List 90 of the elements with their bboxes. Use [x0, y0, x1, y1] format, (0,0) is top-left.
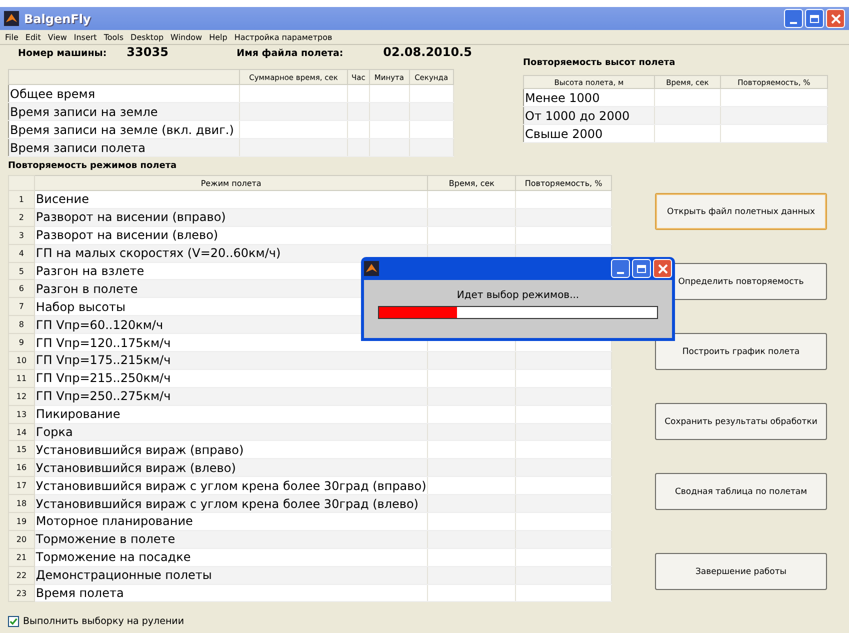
row-number: 12 — [16, 392, 27, 401]
action-button[interactable]: Завершение работы — [655, 553, 827, 590]
row-number: 9 — [18, 338, 24, 348]
action-button[interactable]: Построить график полета — [655, 333, 827, 370]
row-number: 22 — [16, 570, 27, 580]
window-title: BalgenFly — [24, 12, 91, 26]
table-cell: ГП Vпр=175..215км/ч — [36, 353, 171, 368]
table-cell: Установившийся вираж (влево) — [36, 460, 236, 475]
table-cell: Установившийся вираж с углом крена более 30град (вправо) — [36, 478, 426, 493]
action-button[interactable]: Сводная таблица по полетам — [655, 473, 827, 510]
row-number: 17 — [16, 481, 27, 490]
menu-item[interactable]: Tools — [104, 32, 124, 42]
checkbox[interactable] — [8, 616, 19, 628]
table-cell: ГП Vпр=120..175км/ч — [36, 336, 171, 350]
table-cell: Горка — [36, 425, 73, 440]
maximize-button[interactable] — [805, 9, 824, 28]
row-number: 7 — [18, 302, 24, 312]
table-cell: Разворот на висении (влево) — [36, 228, 218, 242]
menu-item[interactable]: Window — [170, 32, 202, 42]
logo-icon — [364, 261, 379, 276]
menu-item[interactable]: Настройка параметров — [234, 32, 332, 42]
progress-message: Идет выбор режимов... — [456, 290, 580, 301]
close-icon — [658, 264, 668, 274]
table-cell: Моторное планирование — [36, 514, 193, 528]
machine-label: Номер машины: — [18, 48, 107, 59]
section-title: Повторяемость режимов полета — [8, 160, 178, 173]
menu-item[interactable]: Edit — [25, 32, 41, 42]
close-button[interactable] — [826, 9, 845, 28]
menu-item[interactable]: View — [48, 32, 67, 42]
menu-item[interactable]: Desktop — [130, 32, 164, 42]
action-button[interactable]: Сохранить результаты обработки — [655, 403, 827, 440]
minimize-button[interactable] — [611, 259, 630, 278]
machine-number: 33035 — [126, 45, 170, 59]
table-cell: Установившийся вираж (вправо) — [36, 442, 244, 457]
file-label: Имя файла полета: — [236, 48, 344, 59]
row-number: 19 — [16, 516, 27, 526]
row-number: 23 — [16, 588, 27, 598]
row-number: 20 — [16, 534, 27, 544]
table-cell: ГП на малых скоростях (V=20..60км/ч) — [36, 246, 281, 260]
maximize-button[interactable] — [632, 259, 651, 278]
row-label: От 1000 до 2000 — [525, 108, 630, 122]
table-cell: Время полета — [36, 586, 124, 600]
table-cell: Разгон на взлете — [36, 264, 144, 278]
table-cell: Висение — [36, 192, 89, 206]
row-number: 8 — [18, 320, 24, 330]
table-cell: Торможение в полете — [36, 532, 176, 546]
row-number: 15 — [16, 445, 27, 454]
table-cell: Торможение на посадке — [36, 550, 191, 564]
file-name: 02.08.2010.5 — [382, 45, 472, 59]
checkbox-label: Выполнить выборку на рулении — [23, 616, 184, 628]
table-cell: Демонстрационные полеты — [36, 568, 212, 582]
row-number: 16 — [16, 463, 27, 472]
row-number: 13 — [16, 410, 27, 419]
row-number: 18 — [16, 499, 27, 508]
table-cell: ГП Vпр=60..120км/ч — [36, 318, 164, 332]
row-number: 10 — [16, 356, 27, 365]
row-number: 4 — [18, 248, 24, 258]
row-label: Общее время — [10, 86, 96, 100]
menu-item[interactable]: Insert — [74, 32, 97, 42]
row-number: 14 — [16, 428, 27, 437]
column-header: Время, сек — [448, 178, 494, 188]
table-cell: Разворот на висении (вправо) — [36, 210, 226, 224]
table-cell: Разгон в полете — [36, 282, 138, 296]
table-cell: Установившийся вираж с углом крена более 30град (влево) — [36, 496, 418, 511]
table-cell: ГП Vпр=215..250км/ч — [36, 371, 171, 386]
row-label: Время записи на земле — [10, 104, 158, 118]
column-header: Режим полета — [200, 178, 262, 188]
row-number: 6 — [18, 284, 24, 294]
row-label: Время записи на земле (вкл. двиг.) — [10, 122, 234, 136]
action-button[interactable]: Открыть файл полетных данных — [655, 193, 827, 230]
row-number: 3 — [18, 230, 24, 240]
table-cell: Пикирование — [36, 407, 120, 422]
close-icon — [830, 14, 840, 24]
section-title: Повторяемость высот полета — [523, 57, 676, 70]
row-number: 21 — [16, 552, 27, 562]
table-cell: ГП Vпр=250..275км/ч — [36, 389, 171, 404]
close-button[interactable] — [653, 259, 672, 278]
row-number: 11 — [16, 374, 27, 383]
menu-item[interactable]: File — [5, 32, 18, 42]
logo-icon — [4, 11, 19, 26]
row-number: 5 — [18, 266, 24, 276]
row-number: 1 — [18, 194, 24, 204]
column-header: Повторяемость, % — [524, 178, 602, 188]
table-cell: Набор высоты — [36, 300, 126, 314]
row-label: Менее 1000 — [525, 90, 600, 104]
row-label: Время записи полета — [10, 140, 146, 154]
row-number: 2 — [18, 212, 24, 222]
minimize-button[interactable] — [784, 9, 803, 28]
menu-item[interactable]: Help — [209, 32, 228, 42]
row-label: Свыше 2000 — [525, 126, 603, 140]
